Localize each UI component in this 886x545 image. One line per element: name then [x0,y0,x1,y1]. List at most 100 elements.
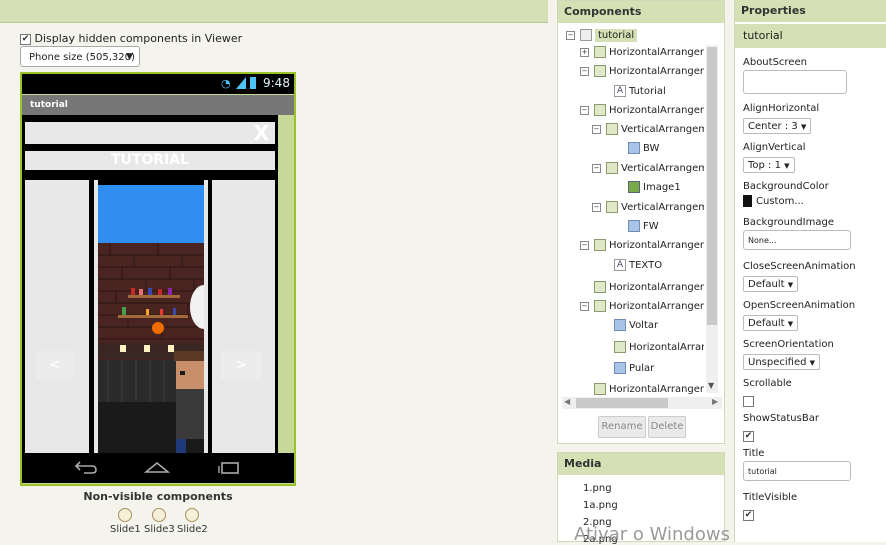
background-color-label: BackgroundColor [743,181,829,192]
open-animation-dropdown[interactable]: Default ▼ [743,315,799,331]
tree-node[interactable]: BW [614,140,704,158]
close-button[interactable]: X [254,122,269,144]
background-color-picker[interactable]: Custom... [743,195,804,209]
button-icon [614,319,626,331]
align-vertical-dropdown[interactable]: Top : 1 ▼ [743,157,795,173]
tree-node-label: FW [643,221,659,232]
dropdown-arrow-icon: ▼ [784,162,790,170]
tree-node-label: HorizontalArrangement [609,66,704,77]
dropdown-arrow-icon: ▼ [787,281,794,289]
tree-node-label: HorizontalArrangement [609,301,704,312]
tree-node-label: HorizontalArrangement [609,105,704,116]
phone-size-select[interactable]: Phone size (505,320) ▼ [20,46,140,67]
back-arrow-button[interactable]: < [36,351,74,379]
tree-node[interactable]: − HorizontalArrangement [580,298,704,316]
rename-button[interactable]: Rename [598,416,646,438]
media-file[interactable]: 1a.png [583,500,618,511]
tree-vertical-scroll-thumb[interactable] [707,47,717,325]
background-image-picker[interactable]: None... [743,230,851,250]
nonvisible-component[interactable]: Slide3 [144,524,175,535]
tree-node-label: BW [643,143,660,154]
background-color-value: Custom... [756,196,804,207]
collapse-icon[interactable]: − [580,66,589,76]
tree-node[interactable]: − VerticalArrangement [592,160,704,178]
app-title-bar: tutorial [22,95,294,115]
label-icon: A [614,85,626,97]
components-title: Components [558,1,724,23]
wifi-icon: ◔ [221,77,231,90]
display-hidden-checkbox[interactable]: ✔ [20,33,31,45]
tree-node[interactable]: − VerticalArrangement [592,199,704,217]
tree-node[interactable]: Voltar [600,317,704,335]
tree-node[interactable]: HorizontalArrangement [580,279,704,297]
nonvisible-component[interactable]: Slide1 [110,524,141,535]
tree-node[interactable]: FW [614,218,704,236]
align-horizontal-value: Center : 3 [748,121,798,132]
show-status-bar-checkbox[interactable]: ✔ [743,430,754,442]
dropdown-arrow-icon: ▼ [787,320,794,328]
tree-node[interactable]: Pular [600,360,704,378]
phone-status-bar: ◔ 9:48 [22,74,294,94]
fw-column [212,180,275,453]
collapse-icon[interactable]: − [580,105,589,115]
media-file[interactable]: 1.png [583,483,612,494]
scroll-right-icon[interactable]: ▶ [712,397,718,406]
background-image-label: BackgroundImage [743,217,834,228]
tree-horizontal-scroll-thumb[interactable] [576,398,668,408]
tree-node[interactable]: A TEXTO [600,257,704,275]
collapse-icon[interactable]: − [580,240,589,250]
horizontal-arrangement-icon [594,281,606,293]
image-icon [628,181,640,193]
collapse-icon[interactable]: − [592,202,601,212]
tree-node-label: HorizontalArrangement [609,240,704,251]
scroll-left-icon[interactable]: ◀ [564,397,570,406]
horizontal-arrangement-icon [594,300,606,312]
collapse-icon[interactable]: − [592,163,601,173]
app-title: tutorial [30,100,68,110]
tree-node[interactable]: + HorizontalArrangement [580,44,704,62]
tree-vertical-scrollbar[interactable]: ▼ [706,45,718,393]
tree-node[interactable]: − HorizontalArrangement [580,63,704,81]
collapse-icon[interactable]: − [580,301,589,311]
phone-navigation-bar [22,453,294,483]
display-hidden-row[interactable]: ✔ Display hidden components in Viewer [20,32,242,45]
collapse-icon[interactable]: − [592,124,601,134]
collapse-icon[interactable]: − [566,30,575,40]
tree-node[interactable]: − tutorial [566,27,704,45]
close-bar: X [25,122,275,144]
tree-horizontal-scrollbar[interactable]: ◀ ▶ [562,397,722,409]
title-visible-checkbox[interactable]: ✔ [743,509,754,521]
selected-component-name: tutorial [735,24,886,48]
about-screen-label: AboutScreen [743,57,807,68]
align-vertical-value: Top : 1 [748,160,781,171]
horizontal-arrangement-icon [594,383,606,395]
nonvisible-component[interactable]: Slide2 [177,524,208,535]
tree-node[interactable]: − HorizontalArrangement [580,237,704,255]
close-animation-dropdown[interactable]: Default ▼ [743,276,799,292]
tree-node[interactable]: − VerticalArrangement [592,121,704,139]
tree-node-label: TEXTO [629,260,663,271]
title-input[interactable]: tutorial [743,461,851,481]
horizontal-arrangement-icon [594,239,606,251]
scroll-down-icon[interactable]: ▼ [708,381,714,390]
delete-button[interactable]: Delete [648,416,686,438]
tree-node[interactable]: A Tutorial [600,83,704,101]
forward-arrow-button[interactable]: > [221,351,261,379]
tree-node[interactable]: Image1 [614,179,704,197]
tree-node[interactable]: HorizontalArrangement [580,381,704,397]
tree-node[interactable]: HorizontalArrangement [600,339,704,357]
tree-node-label: HorizontalArrangement [609,384,704,395]
title-bar-label-container: TUTORIAL [25,151,275,170]
scrollable-checkbox[interactable] [743,395,754,407]
phone-screen: X TUTORIAL < > [22,115,278,453]
tree-node[interactable]: − HorizontalArrangement [580,102,704,120]
about-screen-textarea[interactable] [743,70,847,94]
screen-orientation-dropdown[interactable]: Unspecified ▼ [743,354,821,370]
tree-node-label: HorizontalArrangement [629,342,704,353]
title-label: Title [743,448,765,459]
button-icon [628,142,640,154]
expand-icon[interactable]: + [580,47,589,57]
align-horizontal-dropdown[interactable]: Center : 3 ▼ [743,118,812,134]
screen-orientation-value: Unspecified [748,357,807,368]
horizontal-arrangement-icon [594,104,606,116]
